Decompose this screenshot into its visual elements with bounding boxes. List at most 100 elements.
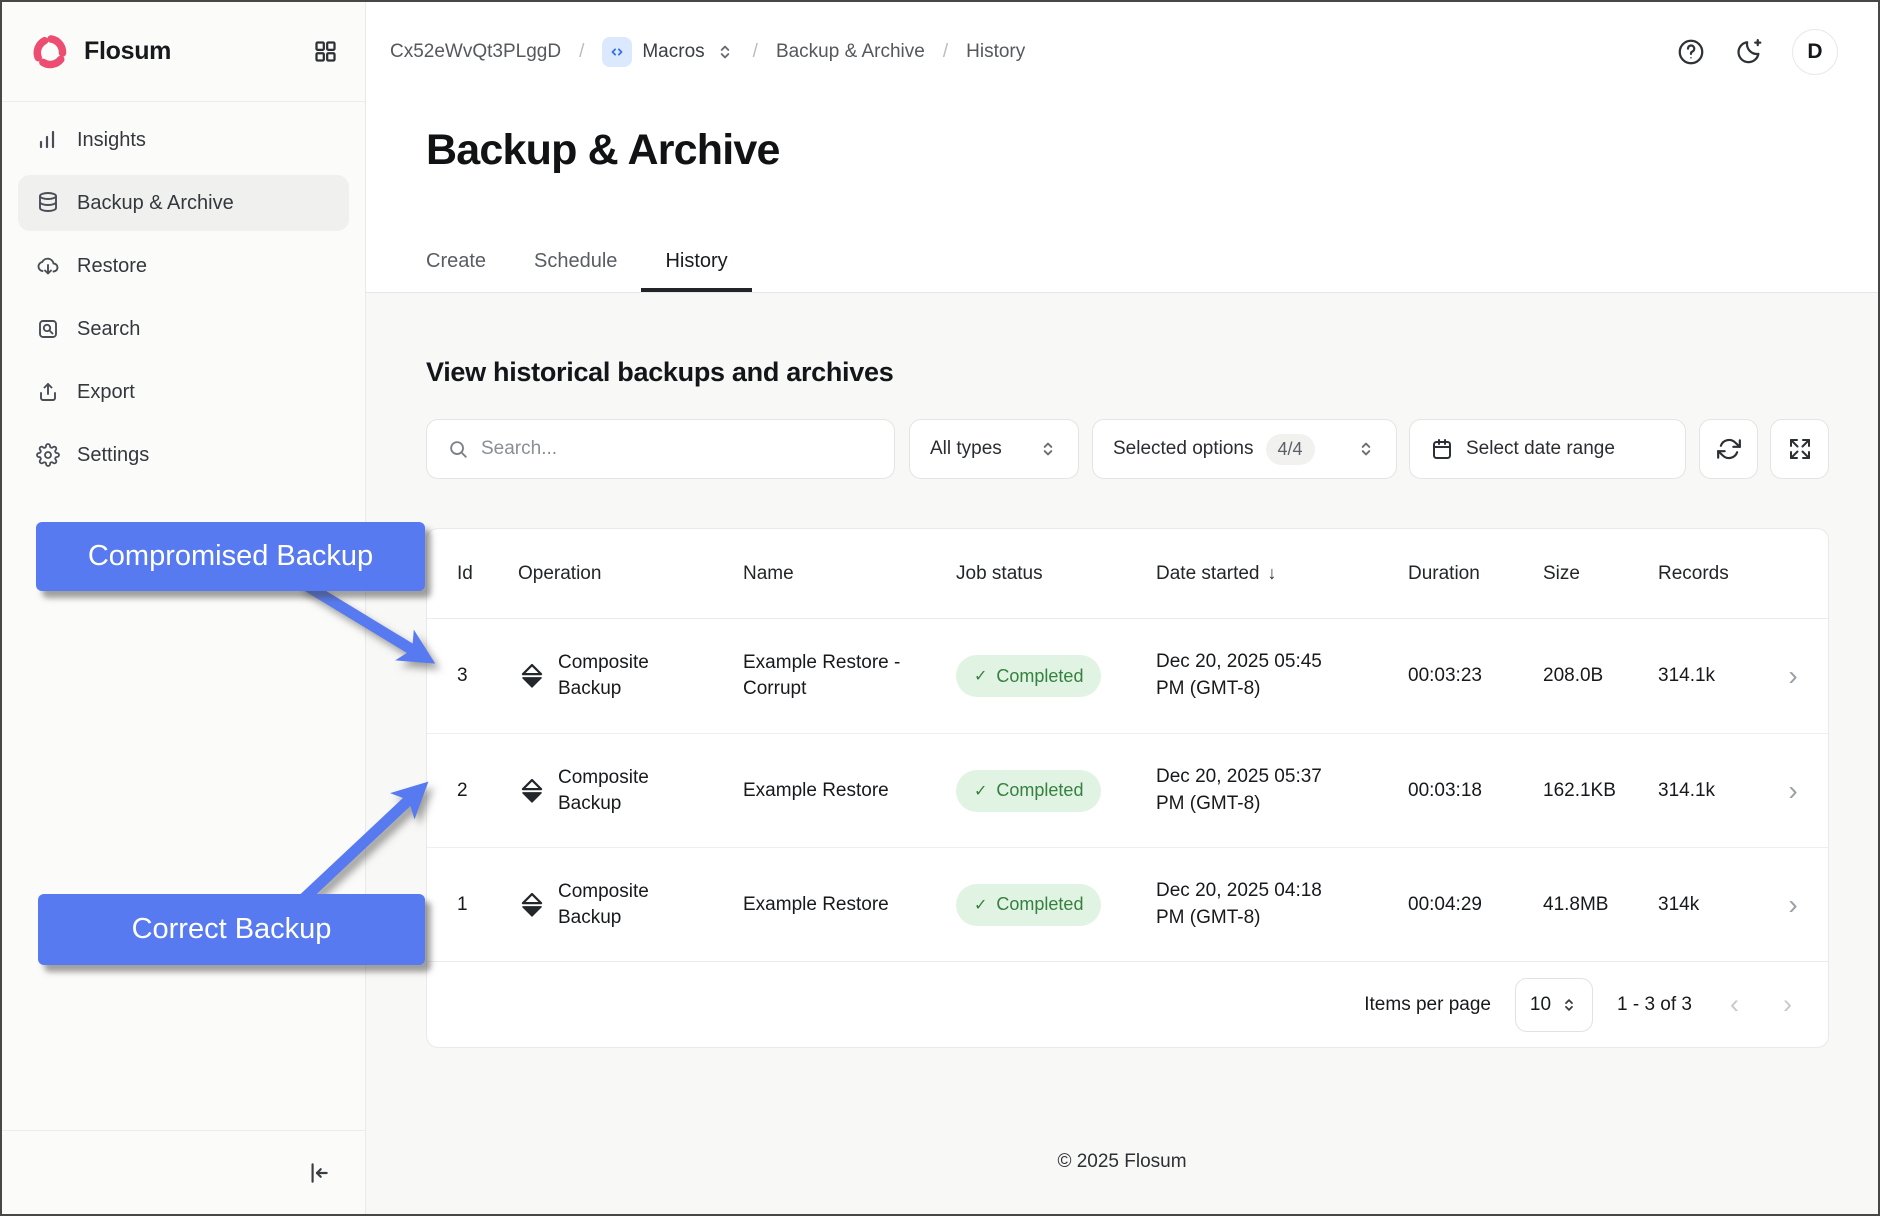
tab-bar: Create Schedule History — [426, 230, 752, 292]
chevron-up-down-icon — [1560, 996, 1578, 1014]
cell-name: Example Restore - Corrupt — [743, 652, 901, 699]
sidebar-item-export[interactable]: Export — [18, 364, 349, 420]
next-page-icon[interactable]: › — [1783, 989, 1792, 1020]
search-doc-icon — [36, 317, 60, 341]
cell-id: 3 — [457, 665, 468, 686]
history-table: Id Operation Name Job status Date starte… — [426, 528, 1829, 1048]
sidebar-item-label: Search — [77, 317, 141, 340]
cell-operation: Composite Backup — [518, 650, 743, 701]
apps-grid-icon[interactable] — [312, 38, 339, 65]
operation-label: Composite Backup — [558, 766, 649, 814]
sidebar-item-restore[interactable]: Restore — [18, 238, 349, 294]
table-header-row: Id Operation Name Job status Date starte… — [427, 529, 1828, 619]
column-header-duration: Duration — [1408, 562, 1480, 584]
sidebar-item-settings[interactable]: Settings — [18, 427, 349, 483]
breadcrumb-app-selector[interactable]: Macros — [602, 37, 734, 67]
flosum-app: Flosum Insights Backup & Archive Restore… — [0, 0, 1880, 1216]
calendar-icon — [1430, 437, 1454, 461]
sidebar-item-insights[interactable]: Insights — [18, 112, 349, 168]
insights-icon — [36, 128, 60, 152]
filter-toolbar: All types Selected options 4/4 — [366, 419, 1878, 479]
column-header-job-status: Job status — [956, 562, 1043, 584]
search-input[interactable] — [481, 438, 874, 460]
collapse-sidebar-icon[interactable] — [305, 1160, 331, 1186]
sidebar: Flosum Insights Backup & Archive Restore… — [2, 2, 366, 1214]
table-row[interactable]: 1 Composite Backup Example Restore ✓ Com… — [427, 847, 1828, 961]
composite-backup-icon — [518, 662, 546, 690]
type-filter-select[interactable]: All types — [909, 419, 1079, 479]
status-badge: ✓ Completed — [956, 655, 1102, 697]
sidebar-header: Flosum — [2, 2, 365, 102]
section-title: View historical backups and archives — [426, 357, 894, 387]
type-filter-value: All types — [930, 438, 1002, 459]
table-row[interactable]: 2 Composite Backup Example Restore ✓ Com… — [427, 733, 1828, 847]
table-row[interactable]: 3 Composite Backup Example Restore - Cor… — [427, 619, 1828, 733]
code-icon — [602, 37, 633, 67]
breadcrumb-separator: / — [942, 41, 949, 62]
topbar-actions: D — [1676, 29, 1838, 75]
sidebar-item-label: Backup & Archive — [77, 191, 234, 214]
cell-operation: Composite Backup — [518, 765, 743, 816]
cell-name: Example Restore — [743, 779, 889, 801]
brand-name: Flosum — [84, 37, 172, 65]
sidebar-footer — [2, 1130, 365, 1214]
items-per-page-select[interactable]: 10 — [1515, 977, 1593, 1032]
breadcrumb-page[interactable]: History — [966, 41, 1025, 63]
composite-backup-icon — [518, 777, 546, 805]
status-label: Completed — [996, 665, 1084, 686]
cell-job-status: ✓ Completed — [956, 883, 1156, 926]
row-chevron-icon: › — [1788, 888, 1798, 920]
cell-records: 314.1k — [1658, 779, 1716, 801]
table-pagination: Items per page 10 1 - 3 of 3 ‹ › — [427, 961, 1828, 1047]
column-header-date-started[interactable]: Date started ↓ — [1156, 563, 1408, 585]
date-range-label: Select date range — [1466, 438, 1615, 459]
options-filter-select[interactable]: Selected options 4/4 — [1092, 419, 1397, 479]
column-header-size: Size — [1543, 562, 1580, 584]
items-per-page-value: 10 — [1529, 993, 1552, 1015]
search-icon — [447, 438, 469, 460]
cell-id: 2 — [457, 779, 468, 801]
history-content: View historical backups and archives All… — [366, 292, 1878, 1214]
search-input-wrapper — [426, 419, 895, 479]
tab-schedule[interactable]: Schedule — [534, 230, 617, 292]
refresh-button[interactable] — [1699, 419, 1758, 479]
cell-duration: 00:03:23 — [1408, 665, 1482, 686]
cell-size: 162.1KB — [1543, 779, 1616, 801]
breadcrumb-section[interactable]: Backup & Archive — [776, 41, 925, 63]
status-badge: ✓ Completed — [956, 883, 1102, 926]
annotation-correct-backup: Correct Backup — [38, 894, 425, 965]
expand-icon — [1788, 437, 1812, 461]
sidebar-item-search[interactable]: Search — [18, 301, 349, 357]
breadcrumb-app-label: Macros — [642, 41, 705, 62]
date-range-button[interactable]: Select date range — [1409, 419, 1686, 479]
check-icon: ✓ — [974, 668, 988, 685]
previous-page-icon[interactable]: ‹ — [1730, 989, 1739, 1020]
breadcrumb-separator: / — [579, 41, 585, 62]
footer-copyright: © 2025 Flosum — [1057, 1151, 1187, 1172]
column-header-id: Id — [457, 562, 473, 584]
help-icon[interactable] — [1676, 37, 1706, 67]
chevron-up-down-icon — [1356, 439, 1376, 459]
tab-history[interactable]: History — [641, 230, 752, 292]
sidebar-item-backup-archive[interactable]: Backup & Archive — [18, 175, 349, 231]
fullscreen-button[interactable] — [1770, 419, 1829, 479]
breadcrumb-separator: / — [752, 41, 758, 62]
annotation-label: Correct Backup — [131, 913, 332, 945]
cell-size: 208.0B — [1543, 665, 1604, 686]
chevron-up-down-icon — [715, 42, 735, 62]
breadcrumb-org-id: Cx52eWvQt3PLggD — [390, 41, 562, 62]
tab-create[interactable]: Create — [426, 230, 486, 292]
dark-mode-moon-icon[interactable] — [1734, 37, 1764, 67]
column-header-name: Name — [743, 562, 794, 584]
operation-label: Composite Backup — [558, 880, 649, 928]
sidebar-item-label: Insights — [77, 128, 146, 151]
status-badge: ✓ Completed — [956, 769, 1102, 812]
items-per-page-label: Items per page — [1364, 993, 1491, 1015]
status-label: Completed — [996, 894, 1084, 914]
cell-duration: 00:04:29 — [1408, 893, 1482, 915]
operation-label: Composite Backup — [558, 652, 649, 699]
avatar[interactable]: D — [1792, 29, 1838, 75]
cell-job-status: ✓ Completed — [956, 769, 1156, 812]
refresh-icon — [1716, 436, 1742, 462]
breadcrumb: Cx52eWvQt3PLggD / Macros / Backup & Arch… — [390, 37, 1025, 67]
